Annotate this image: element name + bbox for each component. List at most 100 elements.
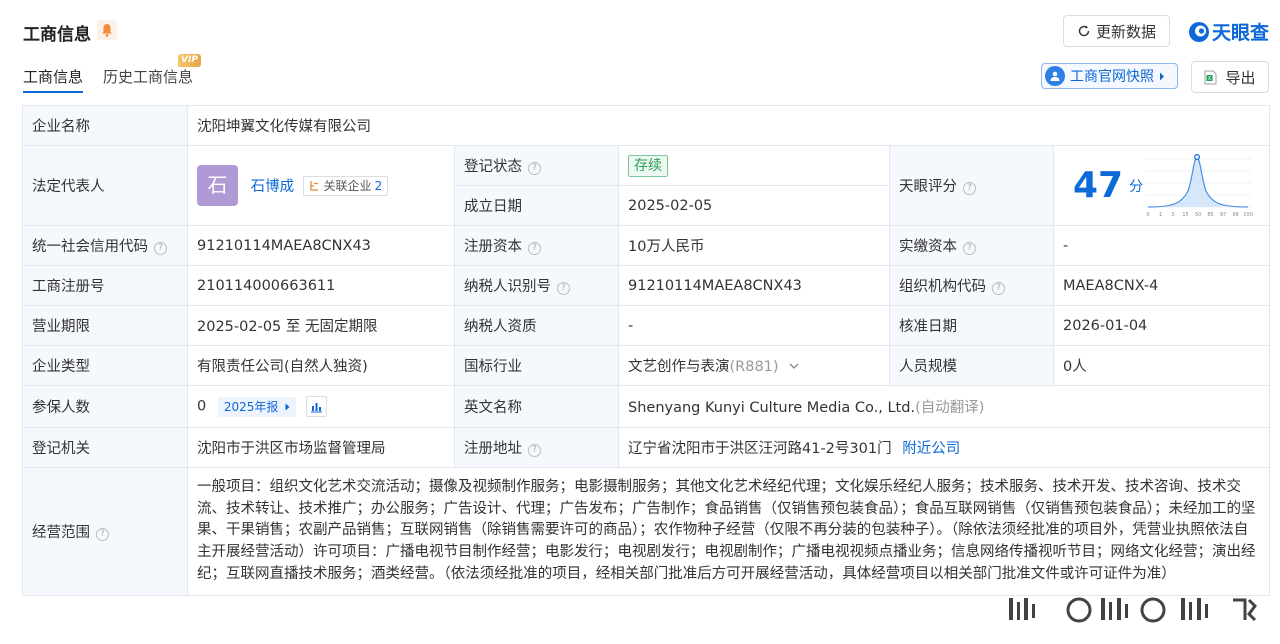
help-icon[interactable]: ? (557, 282, 570, 295)
scope-label-cell: 经营范围? (22, 467, 188, 596)
industry-cell[interactable]: 文艺创作与表演(R881) (618, 345, 890, 386)
business-info-card: 工商信息 更新数据 天眼查 工商信息 历史工商信息 VIP 工商官网快照 X 导… (0, 0, 1280, 644)
reg-capital-label-cell: 注册资本? (454, 225, 619, 266)
score-axis-tick: 15 (1182, 212, 1188, 218)
type-label: 企业类型 (22, 345, 188, 386)
help-icon[interactable]: ? (528, 162, 541, 175)
update-data-label: 更新数据 (1095, 22, 1156, 41)
paid-capital: - (1052, 225, 1271, 266)
score-axis-tick: 97 (1220, 212, 1226, 218)
score-marker (1194, 153, 1201, 160)
nearby-companies-link[interactable]: 附近公司 (902, 441, 960, 457)
english-name-label: 英文名称 (454, 385, 619, 428)
score-axis-tick: 85 (1207, 212, 1213, 218)
paid-capital-label: 实缴资本 (899, 239, 957, 255)
table-row: 统一社会信用代码? 91210114MAEA8CNX43 注册资本? 10万人民… (22, 225, 1271, 266)
legal-rep-label: 法定代表人 (22, 145, 188, 226)
chevron-down-icon[interactable] (789, 363, 799, 370)
score-axis-tick: 100 (1243, 212, 1253, 218)
taxpayer-qual-label: 纳税人资质 (454, 305, 619, 346)
vip-badge: VIP (178, 54, 201, 67)
caret-right-icon (285, 403, 290, 410)
annual-report-label: 2025年报 (223, 399, 279, 414)
industry-code: (R881) (729, 359, 779, 375)
reg-no-label: 工商注册号 (22, 265, 188, 306)
paid-capital-label-cell: 实缴资本? (889, 225, 1054, 266)
table-row: 企业名称 沈阳坤翼文化传媒有限公司 (22, 105, 1271, 146)
address-cell: 辽宁省沈阳市于洪区汪河路41-2号301门 附近公司 (617, 427, 1271, 468)
tianyancha-logo[interactable]: 天眼查 (1188, 18, 1269, 45)
org-code-label: 组织机构代码 (899, 279, 986, 295)
table-row: 法定代表人 石 石博成 关联企业 2 登记状态? 存续 天眼评分? 47 分 0… (22, 145, 1271, 226)
link-icon (310, 180, 318, 191)
company-type: 有限责任公司(自然人独资) (187, 345, 455, 386)
table-row: 经营范围? 一般项目：组织文化艺术交流活动；摄像及视频制作服务；电影摄制服务；其… (22, 467, 1271, 596)
legal-rep-cell: 石 石博成 关联企业 2 (187, 145, 455, 226)
status-badge: 存续 (628, 154, 668, 177)
avatar[interactable]: 石 (197, 165, 238, 206)
authority: 沈阳市于洪区市场监督管理局 (187, 427, 455, 468)
term: 2025-02-05 至 无固定期限 (187, 305, 455, 346)
official-snapshot-label: 工商官网快照 (1070, 69, 1154, 85)
org-code: MAEA8CNX-4 (1052, 265, 1271, 306)
help-icon[interactable]: ? (992, 282, 1005, 295)
insured-count: 0 (197, 398, 207, 415)
caret-right-icon (1160, 72, 1164, 80)
established-date: 2025-02-05 (618, 185, 890, 226)
credit-code: 91210114MAEA8CNX43 (187, 225, 455, 266)
score-distribution-chart: 0 1 3 15 50 85 97 99 100 (1146, 153, 1253, 218)
staff-size-label: 人员规模 (889, 345, 1054, 386)
score-axis-tick: 99 (1232, 212, 1238, 218)
taxpayer-id-label: 纳税人识别号 (464, 279, 551, 295)
staff-size: 0人 (1052, 345, 1271, 386)
related-companies-badge[interactable]: 关联企业 2 (302, 175, 389, 196)
help-icon[interactable]: ? (528, 444, 541, 457)
english-name-note: (自动翻译) (915, 400, 985, 416)
excel-icon: X (1204, 70, 1217, 84)
help-icon[interactable]: ? (963, 182, 976, 195)
score-cell[interactable]: 47 分 0 1 3 15 50 85 97 99 100 (1052, 145, 1271, 226)
approval-date-label: 核准日期 (889, 305, 1054, 346)
address-label-cell: 注册地址? (454, 427, 619, 468)
insured-cell: 0 2025年报 (187, 385, 455, 428)
annual-report-badge[interactable]: 2025年报 (217, 396, 297, 417)
status-cell: 存续 (618, 145, 890, 186)
logo-text: 天眼查 (1212, 22, 1270, 44)
term-label: 营业期限 (22, 305, 188, 346)
export-button[interactable]: X 导出 (1191, 61, 1269, 93)
score-label: 天眼评分 (899, 179, 957, 195)
tab-history-info[interactable]: 历史工商信息 (103, 66, 193, 87)
org-code-label-cell: 组织机构代码? (889, 265, 1054, 306)
english-name-cell: Shenyang Kunyi Culture Media Co., Ltd.(自… (617, 385, 1271, 428)
help-icon[interactable]: ? (154, 242, 167, 255)
insured-label: 参保人数 (22, 385, 188, 428)
score-curve-fill (1148, 156, 1249, 207)
table-row: 登记机关 沈阳市于洪区市场监督管理局 注册地址? 辽宁省沈阳市于洪区汪河路41-… (22, 427, 1271, 468)
score-axis-tick: 3 (1171, 212, 1174, 218)
official-snapshot-button[interactable]: 工商官网快照 (1041, 63, 1178, 89)
score-label-cell: 天眼评分? (889, 145, 1054, 226)
table-row: 企业类型 有限责任公司(自然人独资) 国标行业 文艺创作与表演(R881) 人员… (22, 345, 1271, 386)
authority-label: 登记机关 (22, 427, 188, 468)
watermark (1009, 597, 1257, 623)
legal-rep-name[interactable]: 石博成 (251, 179, 295, 195)
status-label-cell: 登记状态? (454, 145, 619, 186)
credit-code-label: 统一社会信用代码 (32, 239, 148, 255)
approval-date: 2026-01-04 (1052, 305, 1271, 346)
help-icon[interactable]: ? (963, 242, 976, 255)
table-row: 参保人数 0 2025年报 英文名称 Shenyang Kunyi Cultur… (22, 385, 1271, 428)
tab-business-info[interactable]: 工商信息 (23, 66, 84, 93)
table-row: 工商注册号 210114000663611 纳税人识别号? 91210114MA… (22, 265, 1271, 306)
scope-label: 经营范围 (32, 524, 90, 541)
bar-chart-icon[interactable] (305, 396, 327, 417)
bell-icon[interactable] (97, 20, 117, 40)
reg-capital-label: 注册资本 (464, 239, 522, 255)
company-name-label: 企业名称 (22, 105, 188, 146)
update-data-button[interactable]: 更新数据 (1063, 15, 1170, 47)
tianyancha-logo-icon (1189, 21, 1209, 42)
taxpayer-qual: - (618, 305, 890, 346)
related-companies-label: 关联企业 (323, 178, 372, 193)
page-title: 工商信息 (23, 25, 91, 45)
help-icon[interactable]: ? (96, 527, 109, 541)
help-icon[interactable]: ? (528, 242, 541, 255)
